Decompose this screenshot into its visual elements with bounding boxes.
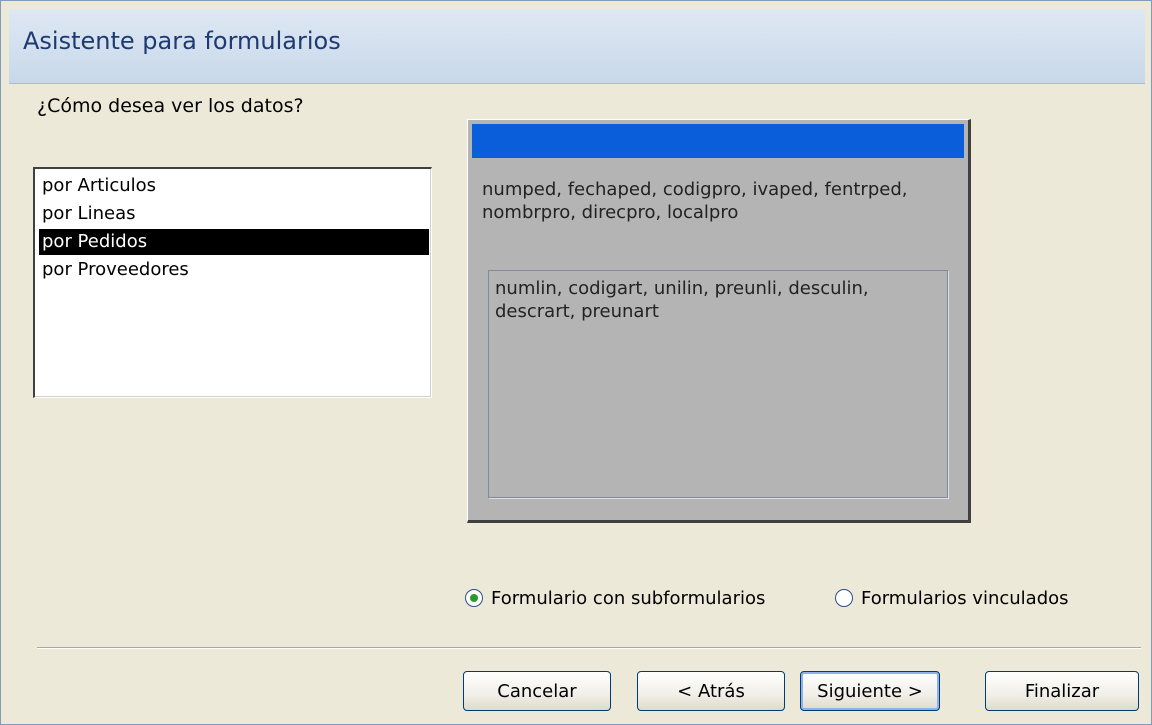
radio-unchecked-icon[interactable] (835, 589, 853, 607)
footer-divider (37, 647, 1141, 649)
finish-button[interactable]: Finalizar (985, 671, 1139, 711)
view-by-listbox[interactable]: por Articulos por Lineas por Pedidos por… (33, 167, 432, 398)
subforms-option-label: Formulario con subformularios (491, 587, 766, 609)
cancel-button[interactable]: Cancelar (463, 671, 611, 711)
subforms-option[interactable]: Formulario con subformularios (465, 585, 765, 611)
list-item-lineas[interactable]: por Lineas (39, 201, 429, 227)
back-button[interactable]: < Atrás (637, 671, 785, 711)
radio-checked-icon[interactable] (465, 589, 483, 607)
linked-forms-option[interactable]: Formularios vinculados (835, 585, 1069, 611)
preview-header-bar (472, 124, 964, 158)
question-label: ¿Cómo desea ver los datos? (37, 95, 304, 117)
list-item-articulos[interactable]: por Articulos (39, 173, 429, 199)
dialog-title: Asistente para formularios (23, 27, 341, 55)
radio-dot-icon (470, 594, 478, 602)
list-item-proveedores[interactable]: por Proveedores (39, 257, 429, 283)
form-wizard-dialog: Asistente para formularios ¿Cómo desea v… (0, 0, 1152, 725)
subform-preview: numlin, codigart, unilin, preunli, descu… (488, 270, 948, 498)
linked-option-label: Formularios vinculados (861, 587, 1069, 609)
next-button[interactable]: Siguiente > (800, 671, 940, 711)
wizard-header: Asistente para formularios (9, 9, 1145, 84)
subform-fields: numlin, codigart, unilin, preunli, descu… (495, 278, 869, 322)
list-item-pedidos[interactable]: por Pedidos (39, 229, 429, 255)
form-preview-panel: numped, fechaped, codigpro, ivaped, fent… (467, 119, 971, 523)
main-form-fields: numped, fechaped, codigpro, ivaped, fent… (482, 179, 908, 223)
